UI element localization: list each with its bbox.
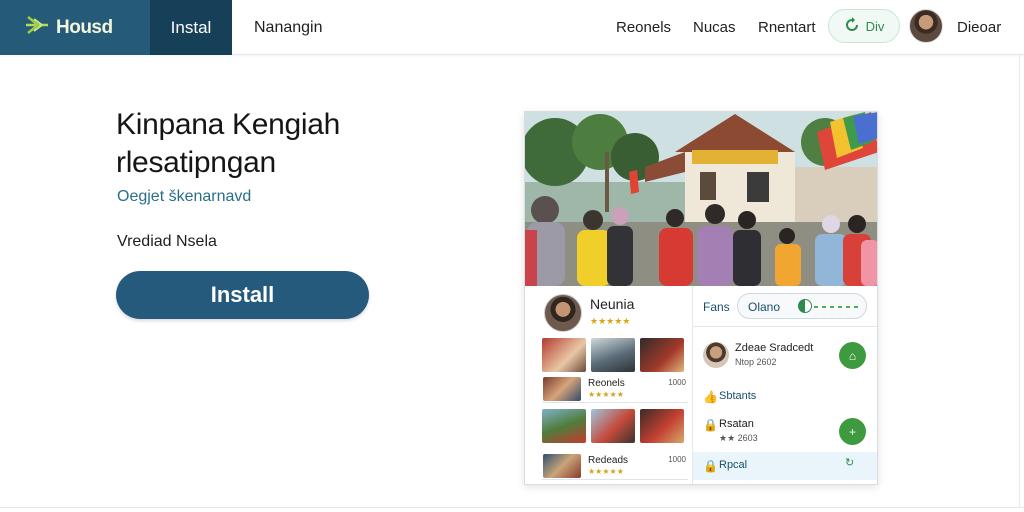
- nav-link-nucas[interactable]: Nucas: [693, 0, 736, 55]
- user-avatar[interactable]: [909, 9, 943, 43]
- hero-title: Kinpana Kengiah rlesatipngan: [116, 108, 341, 179]
- toggle-knob-icon[interactable]: [798, 299, 812, 313]
- list-item[interactable]: Redeads ★★★★★ 1000: [542, 452, 688, 480]
- nav-link-rnentart[interactable]: Rnentart: [758, 0, 816, 55]
- hero-label: Vrediad Nsela: [117, 233, 217, 250]
- selected-row-title: Rpcal: [719, 459, 748, 471]
- item-meta: ★★ 2603: [719, 433, 758, 443]
- hero-subtitle: Oegjet škenarnavd: [117, 188, 252, 205]
- community-photo: [525, 112, 877, 286]
- activity-panel: Fans Olano Zdeae Sradcedt Ntop 2602 ⌂ 👍 …: [692, 286, 877, 484]
- list-item[interactable]: Reonels ★★★★★ 1000: [542, 375, 688, 403]
- house-icon[interactable]: ⌂: [839, 342, 866, 369]
- list-item-rating: ★★★★★: [588, 467, 624, 476]
- list-item-count: 1000: [668, 378, 686, 387]
- list-item-title: Reonels: [588, 378, 625, 389]
- gallery-thumbnail[interactable]: [640, 409, 684, 443]
- footer-divider: [0, 507, 1024, 508]
- fans-label: Fans: [703, 300, 730, 314]
- section-title: Sbtants: [719, 390, 757, 402]
- toggle-track: [814, 306, 862, 308]
- profile-avatar[interactable]: [544, 294, 582, 332]
- search-toggle-label: Olano: [748, 300, 781, 314]
- profile-name: Neunia: [590, 296, 635, 312]
- scrollbar-track[interactable]: [1019, 55, 1020, 507]
- gallery-thumbnail[interactable]: [591, 338, 635, 372]
- divider: [693, 326, 877, 327]
- list-item-thumbnail: [543, 454, 581, 478]
- item-title: Rsatan: [719, 418, 754, 430]
- member-meta: Ntop 2602: [735, 357, 777, 367]
- lock-icon: 🔒: [703, 459, 718, 473]
- gallery-thumbnail[interactable]: [542, 409, 586, 443]
- member-avatar[interactable]: [703, 342, 729, 368]
- refresh-icon: [844, 16, 860, 36]
- tab-nanangin[interactable]: Nanangin: [254, 0, 323, 55]
- tab-instal[interactable]: Instal: [150, 0, 232, 55]
- gallery-thumbnail[interactable]: [640, 338, 684, 372]
- member-name: Zdeae Sradcedt: [735, 342, 814, 354]
- install-button[interactable]: Install: [116, 271, 369, 319]
- thumbs-up-icon: 👍: [703, 390, 718, 404]
- refresh-icon[interactable]: ↻: [845, 456, 854, 469]
- div-toggle-label: Div: [865, 18, 885, 34]
- gallery-row: [542, 409, 684, 443]
- brand-logo[interactable]: Housd: [0, 0, 150, 55]
- user-menu-link[interactable]: Dieoar: [957, 0, 1001, 55]
- list-item-title: Redeads: [588, 455, 629, 466]
- top-navigation-bar: Housd Instal Nanangin Reonels Nucas Rnen…: [0, 0, 1024, 55]
- brand-name: Housd: [56, 16, 113, 38]
- nav-link-reonels[interactable]: Reonels: [616, 0, 671, 55]
- plus-icon[interactable]: +: [839, 418, 866, 445]
- app-preview-card: Neunia ★★★★★ Reonels ★★★★★ 1000 Redeads …: [524, 111, 878, 485]
- gallery-thumbnail[interactable]: [591, 409, 635, 443]
- search-toggle[interactable]: Olano: [737, 293, 867, 319]
- div-toggle-button[interactable]: Div: [828, 9, 900, 43]
- list-item-count: 1000: [668, 455, 686, 464]
- list-item-rating: ★★★★★: [588, 390, 624, 399]
- gallery-thumbnail[interactable]: [542, 338, 586, 372]
- list-item-thumbnail: [543, 377, 581, 401]
- gallery-row: [542, 338, 684, 372]
- brand-leaf-icon: [24, 14, 52, 41]
- profile-rating: ★★★★★: [590, 316, 631, 326]
- lock-icon: 🔒: [703, 418, 718, 432]
